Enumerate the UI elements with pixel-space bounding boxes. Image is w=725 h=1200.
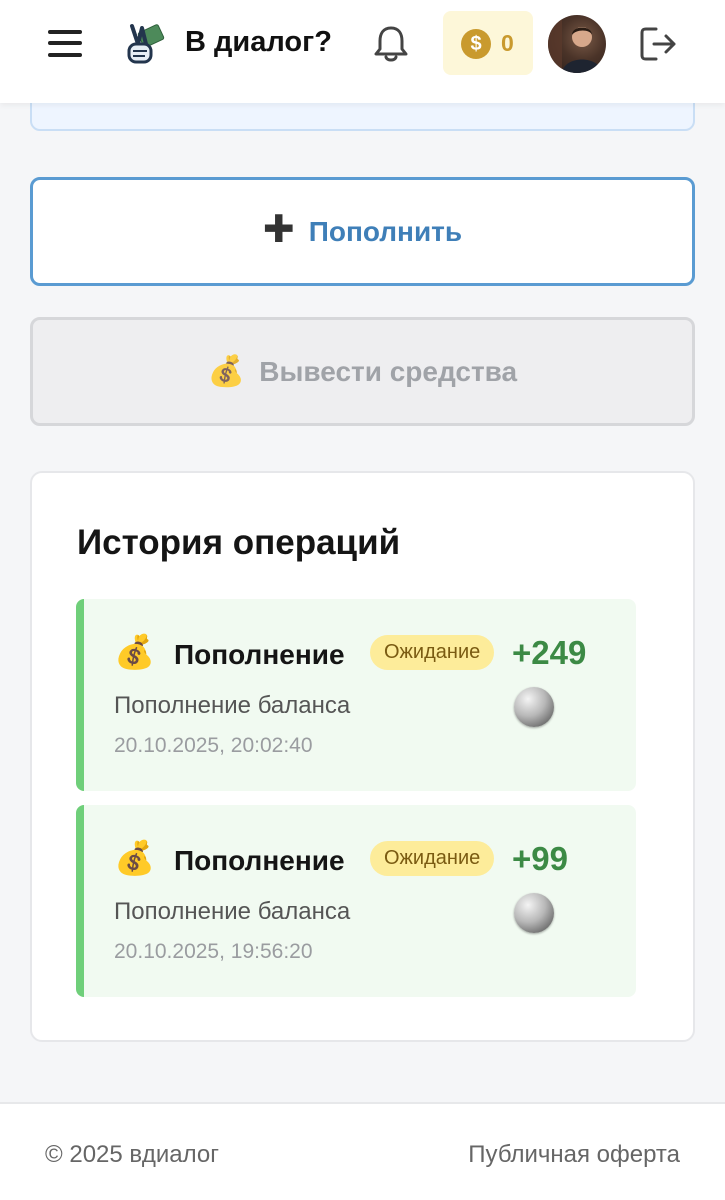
public-offer-link[interactable]: Публичная оферта [468,1141,680,1169]
status-badge: Ожидание [370,635,495,670]
operation-datetime: 20.10.2025, 19:56:20 [114,940,313,963]
withdraw-button-label: Вывести средства [259,355,518,387]
page-footer: © 2025 вдиалог Публичная оферта [0,1102,725,1200]
operation-name: Пополнение [174,845,345,876]
topup-button[interactable]: ✚ Пополнить [30,177,695,286]
coin-icon [514,687,554,727]
operation-amount: +99 [512,840,568,877]
coin-icon [514,893,554,933]
menu-icon[interactable] [48,29,84,59]
coin-balance-value: 0 [501,30,514,56]
topup-button-label: Пополнить [308,215,463,247]
history-title: История операций [77,523,401,562]
operation-datetime: 20.10.2025, 20:02:40 [114,734,313,757]
operation-item: 💰 Пополнение Ожидание +249 Пополнение ба… [76,599,636,791]
withdraw-button[interactable]: 💰 Вывести средства [30,317,695,426]
money-bag-icon: 💰 [114,633,156,670]
copyright-text: © 2025 вдиалог [45,1141,220,1168]
user-avatar[interactable] [548,15,606,73]
coin-icon: $ [461,29,491,59]
operation-description: Пополнение баланса [114,692,351,719]
money-bag-icon: 💰 [114,839,156,876]
operation-name: Пополнение [174,639,345,670]
money-bag-icon: 💰 [207,355,246,388]
coin-balance-badge[interactable]: $ 0 [443,11,533,75]
app-logo[interactable] [118,18,170,70]
operation-description: Пополнение баланса [114,898,351,925]
app-title[interactable]: В диалог? [185,26,332,59]
notification-bell-icon[interactable] [372,24,410,64]
plus-icon: ✚ [262,208,295,251]
operation-amount: +249 [512,634,587,671]
logout-icon[interactable] [638,25,680,63]
operations-history-card: История операций 💰 Пополнение Ожидание +… [30,471,695,1042]
operation-item: 💰 Пополнение Ожидание +99 Пополнение бал… [76,805,636,997]
status-badge: Ожидание [370,841,495,876]
top-header: В диалог? $ 0 [0,0,725,103]
